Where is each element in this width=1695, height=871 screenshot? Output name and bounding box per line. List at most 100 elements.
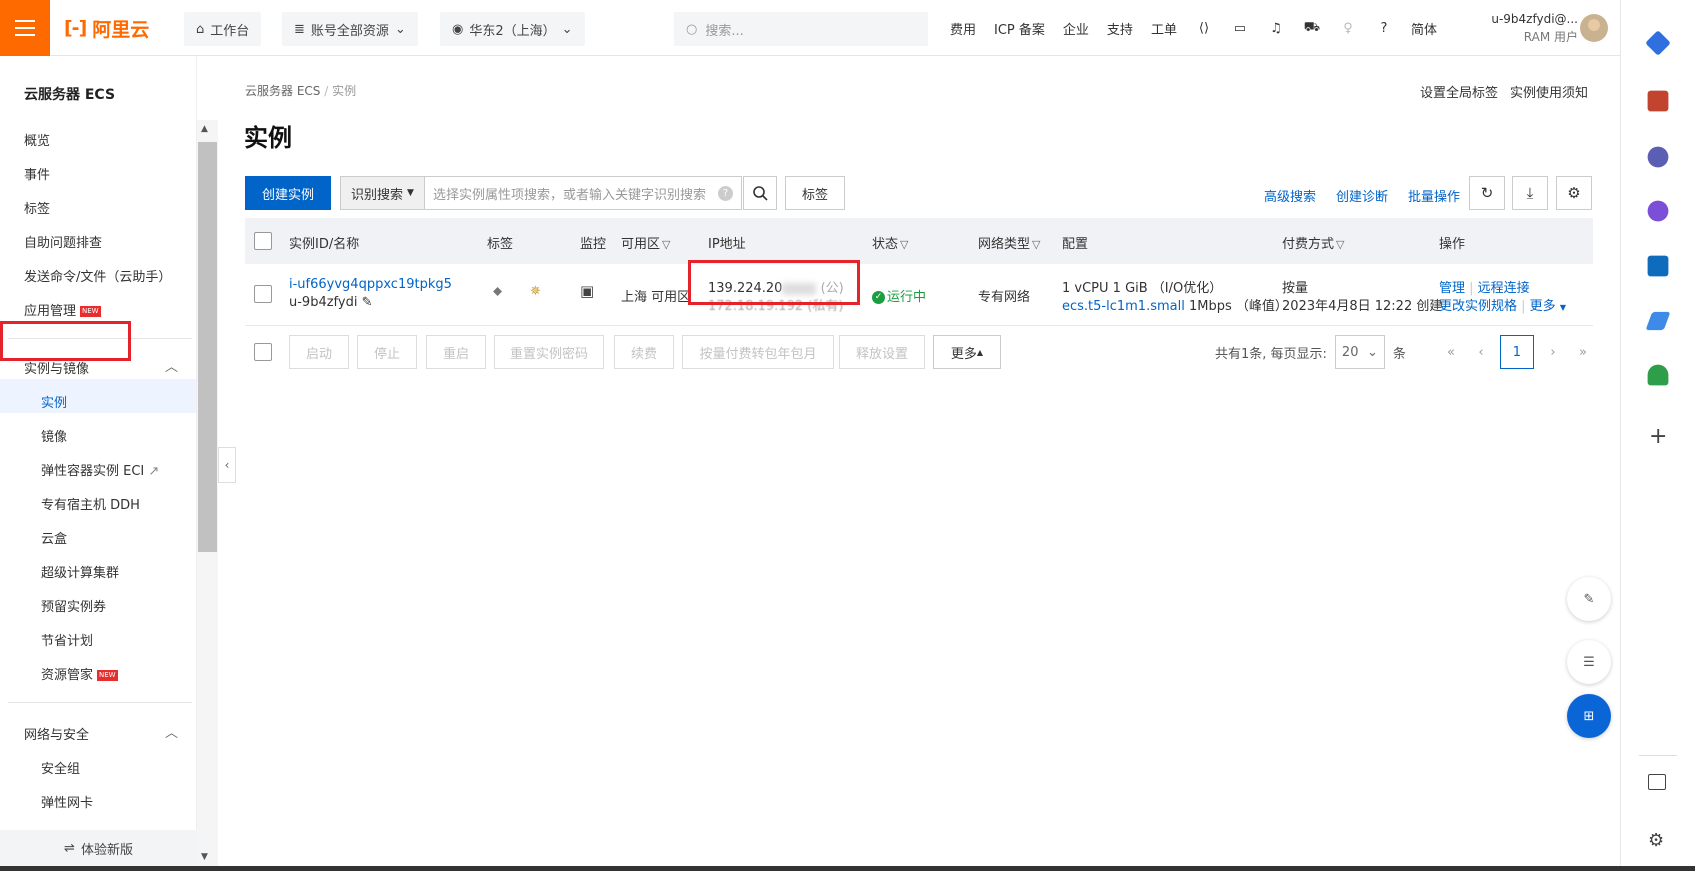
settings-icon[interactable]: ⚙ <box>1556 176 1592 210</box>
refresh-icon[interactable]: ↻ <box>1469 176 1505 210</box>
code-icon[interactable]: ⟨⟩ <box>1195 19 1213 37</box>
toolbox-icon[interactable] <box>1647 90 1669 112</box>
more-actions-link[interactable]: 更多 ▼ <box>1530 299 1566 314</box>
sidebar-item-eni[interactable]: 弹性网卡 <box>41 792 93 811</box>
add-icon[interactable]: + <box>1649 424 1667 449</box>
gear-icon[interactable]: ⚙ <box>1648 830 1664 851</box>
menu-icon[interactable] <box>0 0 50 56</box>
workbench-button[interactable]: ⌂ 工作台 <box>184 12 262 46</box>
breadcrumb-root[interactable]: 云服务器 ECS <box>245 84 320 98</box>
link-fees[interactable]: 费用 <box>950 19 976 38</box>
send-icon[interactable] <box>1645 311 1671 331</box>
advanced-search-link[interactable]: 高级搜索 <box>1264 186 1316 205</box>
sidebar-item-cloudbox[interactable]: 云盒 <box>41 528 67 547</box>
sidebar-item-ddh[interactable]: 专有宿主机 DDH <box>41 494 140 513</box>
search-type-dropdown[interactable]: 识别搜索 ▼ <box>341 177 425 209</box>
region-dropdown[interactable]: ◉ 华东2（上海） ⌄ <box>440 12 585 46</box>
sidebar-item-security-group[interactable]: 安全组 <box>41 758 80 777</box>
tag-icon[interactable]: ⬥ <box>493 284 502 299</box>
last-page-icon[interactable]: » <box>1572 345 1594 360</box>
convert-to-subscription-button[interactable]: 按量付费转包年包月 <box>682 335 834 369</box>
search-button[interactable] <box>743 176 777 210</box>
copilot-icon[interactable] <box>1647 200 1669 222</box>
reset-password-button[interactable]: 重置实例密码 <box>494 335 604 369</box>
link-global-tags[interactable]: 设置全局标签 <box>1420 82 1498 101</box>
bulk-select-checkbox[interactable] <box>254 343 272 361</box>
change-spec-link[interactable]: 更改实例规格 <box>1439 299 1517 314</box>
download-icon[interactable]: ⤓ <box>1512 176 1548 210</box>
avatar[interactable] <box>1580 14 1608 42</box>
restart-button[interactable]: 重启 <box>426 335 486 369</box>
aliyun-logo[interactable]: [-] 阿里云 <box>64 16 149 41</box>
chess-icon[interactable] <box>1647 146 1669 168</box>
current-page[interactable]: 1 <box>1499 335 1534 369</box>
global-search-input[interactable]: ○ 搜索... <box>674 12 928 46</box>
spec-link[interactable]: ecs.t5-lc1m1.small <box>1062 299 1185 314</box>
renew-button[interactable]: 续费 <box>614 335 674 369</box>
language-switch[interactable]: 简体 <box>1411 19 1437 38</box>
bell-icon[interactable]: ♫ <box>1267 19 1285 37</box>
sidebar-item-troubleshoot[interactable]: 自助问题排查 <box>24 232 102 251</box>
scroll-down-icon[interactable]: ▼ <box>201 852 208 862</box>
sidebar-item-resource-manager[interactable]: 资源管家 NEW <box>41 664 118 683</box>
cart-icon[interactable]: ⛟ <box>1303 19 1321 37</box>
resource-scope-dropdown[interactable]: ≣ 账号全部资源 ⌄ <box>282 12 418 46</box>
instance-search-input[interactable]: 识别搜索 ▼ 选择实例属性项搜索，或者输入关键字识别搜索 ? <box>340 176 742 210</box>
row-checkbox[interactable] <box>254 285 272 303</box>
link-support[interactable]: 支持 <box>1107 19 1133 38</box>
sidebar-item-eci[interactable]: 弹性容器实例 ECI ↗ <box>41 460 159 479</box>
edit-icon[interactable]: ✎ <box>362 295 373 310</box>
first-page-icon[interactable]: « <box>1440 345 1462 360</box>
sidebar-item-tags[interactable]: 标签 <box>24 198 50 217</box>
cloud-assistant-icon[interactable]: ✵ <box>530 284 541 299</box>
page-size-select[interactable]: 20 ⌄ <box>1334 335 1385 369</box>
filter-icon[interactable]: ▽ <box>1032 238 1040 251</box>
sidebar-item-images[interactable]: 镜像 <box>41 426 67 445</box>
batch-operations-link[interactable]: 批量操作 <box>1408 186 1460 205</box>
select-all-checkbox[interactable] <box>254 232 272 250</box>
feedback-edit-button[interactable]: ✎ <box>1567 577 1611 621</box>
filter-icon[interactable]: ▽ <box>662 238 670 251</box>
create-diagnosis-link[interactable]: 创建诊断 <box>1336 186 1388 205</box>
chat-button[interactable]: ☰ <box>1567 640 1611 684</box>
user-info[interactable]: u-9b4zfydi@... RAM 用户 <box>1486 10 1578 46</box>
try-new-version-button[interactable]: ⇌ 体验新版 <box>0 830 197 866</box>
chevron-up-icon[interactable]: ︿ <box>165 722 178 741</box>
release-settings-button[interactable]: 释放设置 <box>839 335 925 369</box>
filter-icon[interactable]: ▽ <box>1336 238 1344 251</box>
sidebar-scrollbar-thumb[interactable] <box>198 142 217 552</box>
link-icp[interactable]: ICP 备案 <box>994 19 1045 38</box>
sidebar-item-app-management[interactable]: 应用管理 NEW <box>24 300 101 319</box>
instance-id-link[interactable]: i-uf66yvg4qppxc19tpkg5 <box>289 277 452 292</box>
chevron-up-icon[interactable]: ︿ <box>165 356 178 375</box>
scroll-up-icon[interactable]: ▲ <box>201 124 208 134</box>
col-network[interactable]: 网络类型 ▽ <box>978 233 1040 252</box>
tag-app-icon[interactable] <box>1645 30 1671 56</box>
stop-button[interactable]: 停止 <box>357 335 417 369</box>
next-page-icon[interactable]: › <box>1542 345 1564 360</box>
sidebar-group-network-security[interactable]: 网络与安全 <box>24 724 89 743</box>
sidebar-item-reserved-instances[interactable]: 预留实例券 <box>41 596 106 615</box>
apps-button[interactable]: ⊞ <box>1567 694 1611 738</box>
more-button[interactable]: 更多 ▲ <box>933 335 1001 369</box>
sidebar-item-cloud-assistant[interactable]: 发送命令/文件（云助手） <box>24 266 171 285</box>
sidebar-item-supercomputing[interactable]: 超级计算集群 <box>41 562 119 581</box>
col-status[interactable]: 状态 ▽ <box>872 233 908 252</box>
sidebar-item-overview[interactable]: 概览 <box>24 130 50 149</box>
sidebar-item-instances[interactable]: 实例 <box>41 392 67 411</box>
remote-connect-link[interactable]: 远程连接 <box>1478 281 1530 296</box>
prev-page-icon[interactable]: ‹ <box>1470 345 1492 360</box>
create-instance-button[interactable]: 创建实例 <box>245 176 331 210</box>
terminal-icon[interactable]: ▭ <box>1231 19 1249 37</box>
monitor-icon[interactable]: ▣ <box>580 282 594 300</box>
tag-filter-button[interactable]: 标签 <box>785 176 845 210</box>
lightbulb-icon[interactable]: ♀ <box>1339 19 1357 37</box>
sidebar-toggle-icon[interactable] <box>1648 774 1666 790</box>
col-zone[interactable]: 可用区 ▽ <box>621 233 670 252</box>
collapse-sidebar-button[interactable]: ‹ <box>218 447 236 483</box>
col-payment[interactable]: 付费方式 ▽ <box>1282 233 1344 252</box>
help-icon[interactable]: ? <box>718 185 733 201</box>
help-icon[interactable]: ? <box>1375 19 1393 37</box>
start-button[interactable]: 启动 <box>289 335 349 369</box>
outlook-icon[interactable] <box>1647 255 1669 277</box>
